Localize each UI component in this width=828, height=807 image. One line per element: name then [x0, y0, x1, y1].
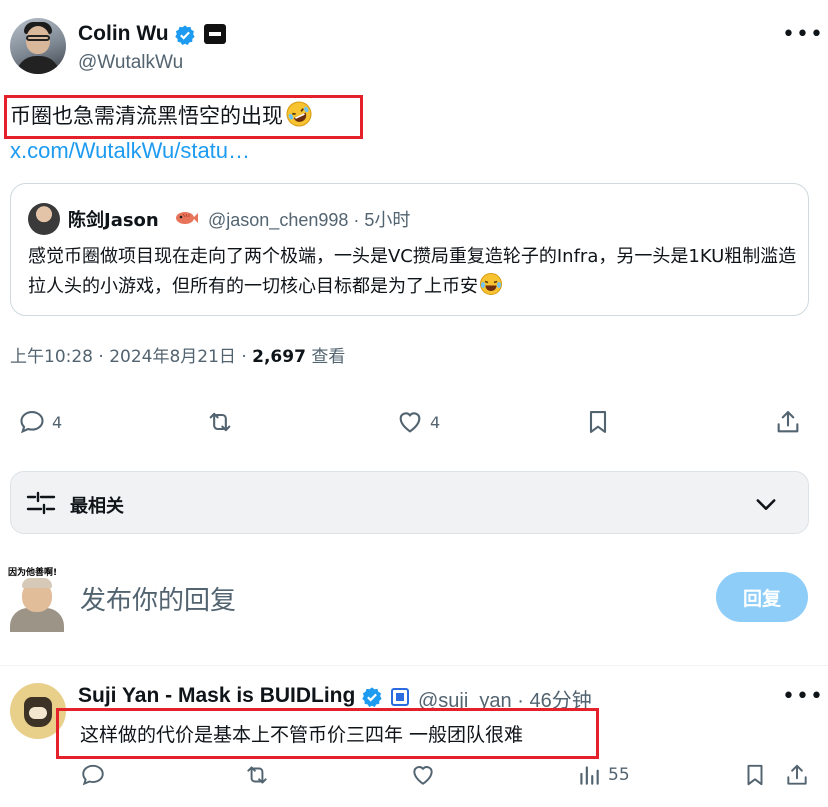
quoted-author-avatar[interactable] [28, 203, 60, 235]
heart-icon [413, 766, 433, 785]
repost-icon [247, 766, 267, 784]
quoted-author-handle: @jason_chen998 · 5小时 [208, 210, 411, 230]
reply-views-action[interactable]: 55 [576, 762, 630, 788]
sort-dropdown[interactable] [10, 471, 809, 534]
reply-icon [20, 411, 44, 434]
views-chart-icon [580, 766, 599, 785]
quoted-author-name[interactable]: 陈剑Jason [68, 206, 159, 232]
bookmark-icon [747, 764, 763, 786]
reply-action[interactable]: 4 [18, 408, 62, 436]
reply-icon [82, 764, 104, 786]
tweet-timestamp[interactable]: 上午10:28 · 2024年8月21日 · [10, 347, 252, 367]
reply-like-action[interactable] [410, 762, 436, 788]
share-icon [777, 411, 799, 433]
share-icon [787, 764, 807, 785]
share-action[interactable] [774, 408, 802, 436]
quoted-tweet-text: 感觉币圈做项目现在走向了两个极端，一头是VC攒局重复造轮子的Infra，另一头是… [28, 242, 798, 302]
like-count: 4 [430, 412, 441, 432]
composer-avatar-hair [22, 578, 52, 588]
verified-badge-icon [175, 25, 195, 45]
tweet-meta: 上午10:28 · 2024年8月21日 · 2,697 查看 [10, 342, 345, 367]
chevron-down-icon [756, 499, 776, 510]
views-label: 查看 [305, 347, 346, 367]
like-action[interactable]: 4 [396, 408, 440, 436]
bookmark-action[interactable] [584, 408, 612, 436]
repost-action[interactable] [206, 408, 234, 436]
more-options-icon[interactable]: ••• [782, 22, 824, 47]
reply-count: 4 [52, 412, 63, 432]
highlight-box [4, 95, 363, 139]
views-count: 2,697 [252, 347, 306, 367]
author-name[interactable]: Colin Wu [78, 22, 169, 46]
reply-reply-action[interactable] [80, 762, 106, 788]
more-options-icon[interactable]: ••• [782, 684, 824, 709]
fish-emoji-icon [176, 212, 198, 224]
sort-label: 最相关 [70, 496, 124, 517]
highlight-box [56, 708, 599, 759]
reply-share-action[interactable] [784, 762, 810, 788]
verified-badge-icon [362, 687, 382, 707]
filter-sliders-icon [26, 491, 56, 515]
repost-icon [209, 412, 231, 432]
reply-submit-button[interactable]: 回复 [716, 572, 808, 622]
reply-repost-action[interactable] [244, 762, 270, 788]
author-avatar[interactable] [10, 18, 66, 74]
tears-of-joy-emoji-icon [480, 273, 502, 295]
divider [0, 665, 828, 666]
avatar-caption: 因为他善啊! [8, 568, 58, 578]
affiliation-badge-icon [204, 24, 226, 44]
reply-views-count: 55 [608, 765, 630, 785]
affiliation-badge-icon [391, 688, 409, 706]
heart-icon [399, 412, 421, 433]
reply-bookmark-action[interactable] [742, 762, 768, 788]
reply-author-name[interactable]: Suji Yan - Mask is BUIDLing [78, 684, 355, 708]
bookmark-icon [589, 411, 607, 433]
author-handle[interactable]: @WutalkWu [78, 52, 183, 74]
reply-input[interactable]: 发布你的回复 [80, 580, 236, 617]
quoted-tweet-text-content: 感觉币圈做项目现在走向了两个极端，一头是VC攒局重复造轮子的Infra，另一头是… [28, 246, 797, 297]
tweet-link[interactable]: x.com/WutalkWu/statu… [10, 138, 250, 164]
